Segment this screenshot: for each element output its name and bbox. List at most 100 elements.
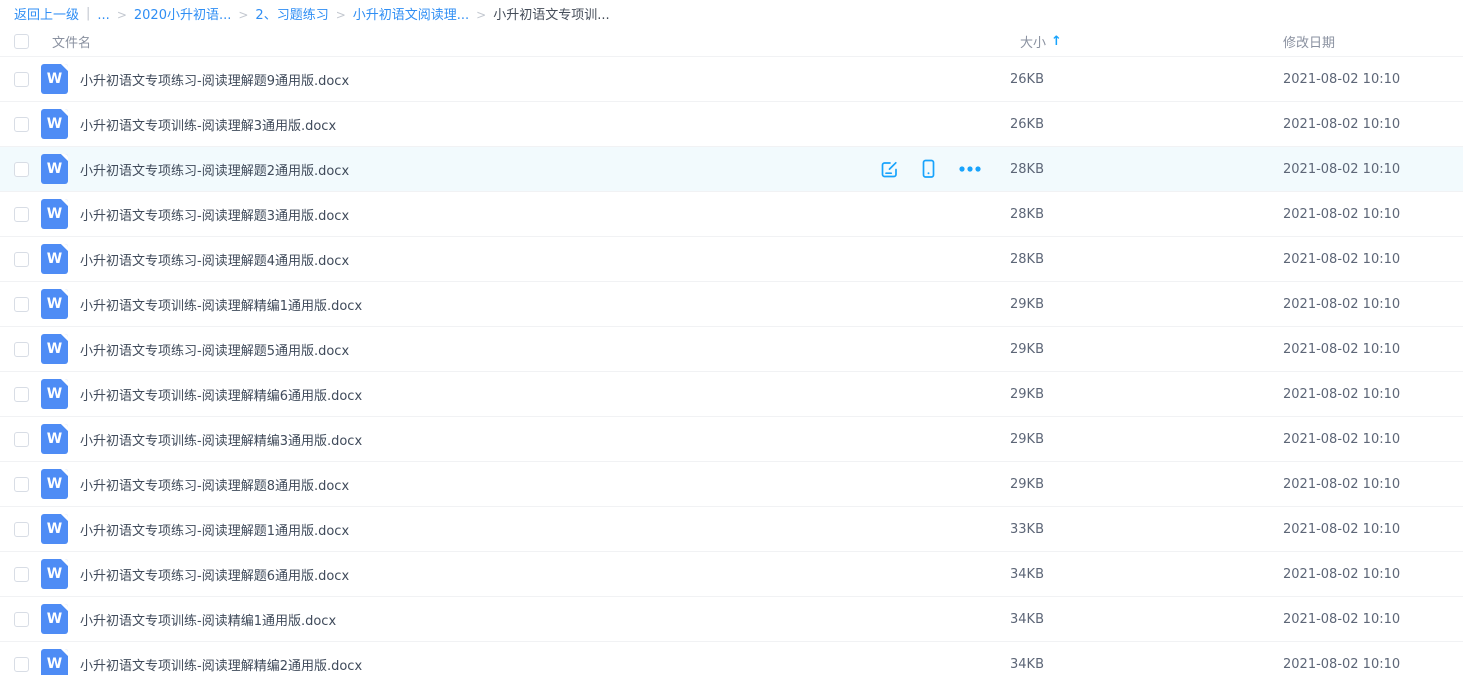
table-row[interactable]: W 小升初语文专项练习-阅读理解题3通用版.docx 28KB 2021-08-… <box>0 192 1463 237</box>
row-checkbox[interactable] <box>14 117 29 132</box>
file-name[interactable]: 小升初语文专项练习-阅读理解题2通用版.docx <box>80 160 880 179</box>
breadcrumb-separator: > <box>117 8 127 22</box>
column-header-size[interactable]: 大小 ↑ <box>1010 32 1283 51</box>
word-doc-icon: W <box>41 334 68 364</box>
file-size: 34KB <box>1010 657 1283 672</box>
file-name[interactable]: 小升初语文专项训练-阅读精编1通用版.docx <box>80 610 1010 629</box>
breadcrumb-divider: | <box>86 6 90 21</box>
column-header-date[interactable]: 修改日期 <box>1283 32 1463 51</box>
row-checkbox[interactable] <box>14 342 29 357</box>
doc-icon-letter: W <box>47 161 62 177</box>
file-name[interactable]: 小升初语文专项练习-阅读理解题8通用版.docx <box>80 475 1010 494</box>
word-doc-icon: W <box>41 469 68 499</box>
table-row[interactable]: W 小升初语文专项练习-阅读理解题6通用版.docx 34KB 2021-08-… <box>0 552 1463 597</box>
file-date: 2021-08-02 10:10 <box>1283 477 1463 492</box>
doc-icon-letter: W <box>47 116 62 132</box>
file-size: 29KB <box>1010 297 1283 312</box>
file-size: 34KB <box>1010 612 1283 627</box>
table-header: 文件名 大小 ↑ 修改日期 <box>0 26 1463 57</box>
row-checkbox[interactable] <box>14 522 29 537</box>
file-name[interactable]: 小升初语文专项练习-阅读理解题9通用版.docx <box>80 70 1010 89</box>
breadcrumb-back-link[interactable]: 返回上一级 <box>14 4 79 23</box>
file-date: 2021-08-02 10:10 <box>1283 387 1463 402</box>
row-checkbox[interactable] <box>14 207 29 222</box>
row-checkbox[interactable] <box>14 567 29 582</box>
breadcrumb-separator: > <box>238 8 248 22</box>
row-checkbox[interactable] <box>14 612 29 627</box>
file-size: 29KB <box>1010 342 1283 357</box>
file-size: 28KB <box>1010 207 1283 222</box>
file-size: 28KB <box>1010 252 1283 267</box>
word-doc-icon: W <box>41 604 68 634</box>
breadcrumb-item[interactable]: 2020小升初语... <box>134 8 231 23</box>
file-size: 33KB <box>1010 522 1283 537</box>
word-doc-icon: W <box>41 289 68 319</box>
file-name[interactable]: 小升初语文专项训练-阅读理解精编6通用版.docx <box>80 385 1010 404</box>
file-date: 2021-08-02 10:10 <box>1283 342 1463 357</box>
table-row[interactable]: W 小升初语文专项训练-阅读理解3通用版.docx 26KB 2021-08-0… <box>0 102 1463 147</box>
table-row[interactable]: W 小升初语文专项练习-阅读理解题5通用版.docx 29KB 2021-08-… <box>0 327 1463 372</box>
breadcrumb-item[interactable]: 小升初语文阅读理... <box>353 8 469 23</box>
table-row[interactable]: W 小升初语文专项训练-阅读理解精编2通用版.docx 34KB 2021-08… <box>0 642 1463 675</box>
word-doc-icon: W <box>41 154 68 184</box>
file-date: 2021-08-02 10:10 <box>1283 117 1463 132</box>
doc-icon-letter: W <box>47 521 62 537</box>
table-row[interactable]: W 小升初语文专项练习-阅读理解题1通用版.docx 33KB 2021-08-… <box>0 507 1463 552</box>
doc-icon-letter: W <box>47 431 62 447</box>
table-row[interactable]: W 小升初语文专项练习-阅读理解题8通用版.docx 29KB 2021-08-… <box>0 462 1463 507</box>
column-header-name[interactable]: 文件名 <box>52 32 1010 51</box>
more-icon[interactable] <box>958 165 982 173</box>
file-date: 2021-08-02 10:10 <box>1283 612 1463 627</box>
word-doc-icon: W <box>41 379 68 409</box>
select-all-checkbox[interactable] <box>14 34 29 49</box>
file-name[interactable]: 小升初语文专项训练-阅读理解3通用版.docx <box>80 115 1010 134</box>
table-row[interactable]: W 小升初语文专项训练-阅读精编1通用版.docx 34KB 2021-08-0… <box>0 597 1463 642</box>
file-name[interactable]: 小升初语文专项练习-阅读理解题6通用版.docx <box>80 565 1010 584</box>
breadcrumb-item[interactable]: ... <box>97 8 109 23</box>
breadcrumb-items: ...>2020小升初语...>2、习题练习>小升初语文阅读理...>小升初语文… <box>97 4 609 23</box>
sort-asc-icon[interactable]: ↑ <box>1051 34 1062 49</box>
column-header-size-label: 大小 <box>1020 32 1046 51</box>
file-name[interactable]: 小升初语文专项练习-阅读理解题5通用版.docx <box>80 340 1010 359</box>
file-date: 2021-08-02 10:10 <box>1283 72 1463 87</box>
row-checkbox[interactable] <box>14 297 29 312</box>
file-name[interactable]: 小升初语文专项训练-阅读理解精编2通用版.docx <box>80 655 1010 674</box>
file-size: 29KB <box>1010 477 1283 492</box>
rename-icon[interactable] <box>880 160 899 179</box>
send-to-phone-icon[interactable] <box>920 159 937 179</box>
word-doc-icon: W <box>41 244 68 274</box>
word-doc-icon: W <box>41 649 68 675</box>
word-doc-icon: W <box>41 559 68 589</box>
table-row[interactable]: W 小升初语文专项练习-阅读理解题9通用版.docx 26KB 2021-08-… <box>0 57 1463 102</box>
file-name[interactable]: 小升初语文专项练习-阅读理解题1通用版.docx <box>80 520 1010 539</box>
row-checkbox[interactable] <box>14 477 29 492</box>
breadcrumb-item[interactable]: 2、习题练习 <box>255 8 328 23</box>
row-checkbox[interactable] <box>14 72 29 87</box>
file-name[interactable]: 小升初语文专项练习-阅读理解题3通用版.docx <box>80 205 1010 224</box>
doc-icon-letter: W <box>47 251 62 267</box>
word-doc-icon: W <box>41 109 68 139</box>
file-date: 2021-08-02 10:10 <box>1283 567 1463 582</box>
table-row[interactable]: W 小升初语文专项训练-阅读理解精编6通用版.docx 29KB 2021-08… <box>0 372 1463 417</box>
row-checkbox[interactable] <box>14 162 29 177</box>
doc-icon-letter: W <box>47 476 62 492</box>
file-name[interactable]: 小升初语文专项训练-阅读理解精编3通用版.docx <box>80 430 1010 449</box>
file-size: 28KB <box>1010 162 1283 177</box>
word-doc-icon: W <box>41 199 68 229</box>
file-size: 26KB <box>1010 72 1283 87</box>
table-row[interactable]: W 小升初语文专项练习-阅读理解题2通用版.docx <box>0 147 1463 192</box>
row-checkbox[interactable] <box>14 657 29 672</box>
doc-icon-letter: W <box>47 341 62 357</box>
file-name[interactable]: 小升初语文专项训练-阅读理解精编1通用版.docx <box>80 295 1010 314</box>
row-checkbox[interactable] <box>14 387 29 402</box>
row-checkbox[interactable] <box>14 252 29 267</box>
word-doc-icon: W <box>41 64 68 94</box>
table-row[interactable]: W 小升初语文专项练习-阅读理解题4通用版.docx 28KB 2021-08-… <box>0 237 1463 282</box>
file-name[interactable]: 小升初语文专项练习-阅读理解题4通用版.docx <box>80 250 1010 269</box>
row-checkbox[interactable] <box>14 432 29 447</box>
row-actions <box>880 159 982 179</box>
breadcrumb-current: 小升初语文专项训... <box>493 8 609 23</box>
file-size: 34KB <box>1010 567 1283 582</box>
table-row[interactable]: W 小升初语文专项训练-阅读理解精编3通用版.docx 29KB 2021-08… <box>0 417 1463 462</box>
table-row[interactable]: W 小升初语文专项训练-阅读理解精编1通用版.docx 29KB 2021-08… <box>0 282 1463 327</box>
